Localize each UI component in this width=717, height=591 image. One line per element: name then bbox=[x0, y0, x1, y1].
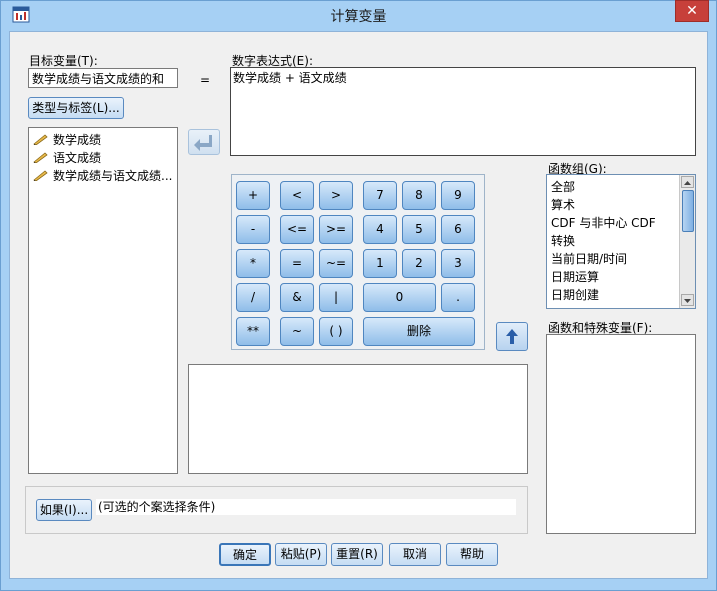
functions-special-list[interactable] bbox=[546, 334, 696, 534]
up-arrow-icon bbox=[506, 329, 518, 344]
key-divide[interactable]: / bbox=[236, 283, 270, 312]
key-greater-than[interactable]: > bbox=[319, 181, 353, 210]
equals-sign: = bbox=[200, 73, 211, 87]
paste-button[interactable]: 粘贴(P) bbox=[275, 543, 327, 566]
key-not[interactable]: ~ bbox=[280, 317, 314, 346]
ruler-pencil-icon bbox=[33, 170, 48, 181]
function-group-item[interactable]: 日期运算 bbox=[551, 268, 599, 285]
key-5[interactable]: 5 bbox=[402, 215, 436, 244]
key-3[interactable]: 3 bbox=[441, 249, 475, 278]
target-variable-input[interactable]: 数学成绩与语文成绩的和 bbox=[28, 68, 178, 88]
key-6[interactable]: 6 bbox=[441, 215, 475, 244]
reset-button[interactable]: 重置(R) bbox=[331, 543, 383, 566]
key-multiply[interactable]: * bbox=[236, 249, 270, 278]
key-0[interactable]: 0 bbox=[363, 283, 436, 312]
type-and-label-button[interactable]: 类型与标签(L)... bbox=[28, 97, 124, 119]
numeric-expression-textarea[interactable]: 数学成绩 + 语文成绩 bbox=[230, 67, 696, 156]
scroll-thumb[interactable] bbox=[682, 190, 694, 232]
key-parentheses[interactable]: ( ) bbox=[319, 317, 353, 346]
key-4[interactable]: 4 bbox=[363, 215, 397, 244]
help-button[interactable]: 帮助 bbox=[446, 543, 498, 566]
function-group-list[interactable]: 全部 算术 CDF 与非中心 CDF 转换 当前日期/时间 日期运算 日期创建 bbox=[546, 174, 696, 309]
key-plus[interactable]: + bbox=[236, 181, 270, 210]
function-group-item[interactable]: 全部 bbox=[551, 178, 575, 195]
key-minus[interactable]: - bbox=[236, 215, 270, 244]
key-and[interactable]: & bbox=[280, 283, 314, 312]
function-group-item[interactable]: CDF 与非中心 CDF bbox=[551, 214, 656, 231]
variable-label: 语文成绩 bbox=[53, 151, 102, 165]
function-description-box bbox=[188, 364, 528, 474]
key-or[interactable]: | bbox=[319, 283, 353, 312]
key-power[interactable]: ** bbox=[236, 317, 270, 346]
scroll-up-button[interactable] bbox=[681, 176, 694, 188]
close-button[interactable]: ✕ bbox=[675, 0, 709, 22]
window-title: 计算变量 bbox=[330, 9, 387, 25]
if-condition-hint: (可选的个案选择条件) bbox=[96, 499, 516, 515]
key-7[interactable]: 7 bbox=[363, 181, 397, 210]
calculator-keypad: + < > - <= >= * = ~= / & | ** ~ ( ) 7 8 … bbox=[231, 174, 485, 350]
variable-item[interactable]: 数学成绩与语文成绩... bbox=[33, 167, 172, 184]
key-less-equal[interactable]: <= bbox=[280, 215, 314, 244]
key-2[interactable]: 2 bbox=[402, 249, 436, 278]
variable-item[interactable]: 语文成绩 bbox=[33, 149, 101, 166]
key-9[interactable]: 9 bbox=[441, 181, 475, 210]
function-group-item[interactable]: 算术 bbox=[551, 196, 575, 213]
key-8[interactable]: 8 bbox=[402, 181, 436, 210]
ruler-pencil-icon bbox=[33, 152, 48, 163]
scroll-down-icon bbox=[684, 299, 691, 303]
variable-label: 数学成绩 bbox=[53, 133, 102, 147]
function-group-item[interactable]: 日期创建 bbox=[551, 286, 599, 303]
scroll-down-button[interactable] bbox=[681, 294, 694, 306]
key-1[interactable]: 1 bbox=[363, 249, 397, 278]
function-group-scrollbar[interactable] bbox=[679, 175, 695, 308]
variable-label: 数学成绩与语文成绩... bbox=[53, 169, 173, 183]
key-dot[interactable]: . bbox=[441, 283, 475, 312]
move-variable-button[interactable] bbox=[188, 129, 220, 155]
key-not-equal[interactable]: ~= bbox=[319, 249, 353, 278]
if-button[interactable]: 如果(I)... bbox=[36, 499, 92, 521]
key-greater-equal[interactable]: >= bbox=[319, 215, 353, 244]
ok-button[interactable]: 确定 bbox=[219, 543, 271, 566]
function-group-item[interactable]: 当前日期/时间 bbox=[551, 250, 627, 267]
source-variable-list[interactable]: 数学成绩 语文成绩 数学成绩与语文成绩... bbox=[28, 127, 178, 474]
ruler-pencil-icon bbox=[33, 134, 48, 145]
key-less-than[interactable]: < bbox=[280, 181, 314, 210]
left-arrow-icon bbox=[194, 135, 212, 151]
target-variable-label: 目标变量(T): bbox=[29, 54, 98, 68]
key-delete[interactable]: 删除 bbox=[363, 317, 475, 346]
variable-item[interactable]: 数学成绩 bbox=[33, 131, 101, 148]
key-equal[interactable]: = bbox=[280, 249, 314, 278]
cancel-button[interactable]: 取消 bbox=[389, 543, 441, 566]
insert-function-button[interactable] bbox=[496, 322, 528, 351]
function-group-item[interactable]: 转换 bbox=[551, 232, 575, 249]
scroll-up-icon bbox=[684, 181, 691, 185]
